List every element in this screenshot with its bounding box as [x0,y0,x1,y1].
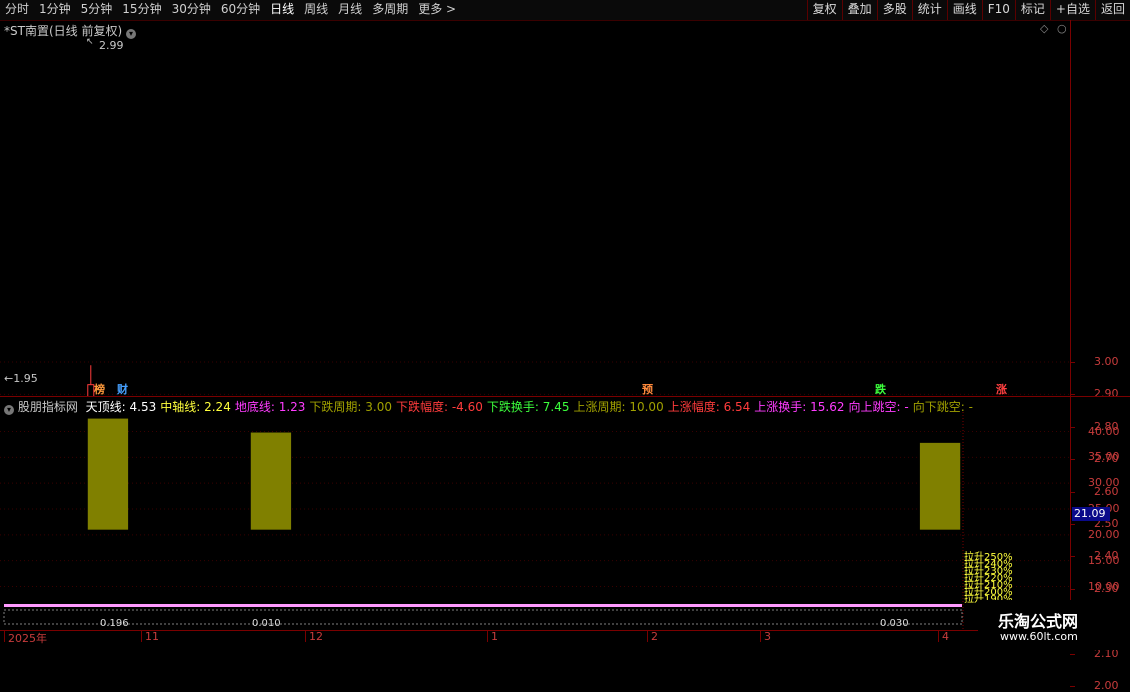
x-axis-line [0,630,1070,631]
label-band-dots [3,609,963,625]
tool-button-7[interactable]: +自选 [1049,0,1095,20]
time-tick [4,630,5,642]
price-chart[interactable] [0,20,1130,396]
period-tab-0[interactable]: 分时 [0,0,34,20]
tool-button-5[interactable]: F10 [981,0,1015,20]
price-tick-label: 2.00 [1094,679,1119,692]
tool-button-1[interactable]: 叠加 [841,0,877,20]
period-tab-4[interactable]: 30分钟 [167,0,216,20]
period-tab-3[interactable]: 15分钟 [117,0,166,20]
price-tick [1070,686,1075,687]
time-tick [760,630,761,642]
price-tick [1070,653,1075,655]
indicator-tick-label: 30.00 [1088,476,1120,490]
period-tab-8[interactable]: 月线 [333,0,367,20]
indicator-bar [919,442,961,530]
period-tab-7[interactable]: 周线 [299,0,333,20]
bottom-label-3: 0.030 [880,618,909,629]
tool-button-0[interactable]: 复权 [806,0,842,20]
label-band [4,604,962,607]
indicator-tick-label: 35.00 [1088,450,1120,464]
time-tick-label: 11 [145,630,159,643]
tool-button-2[interactable]: 多股 [876,0,912,20]
pane-divider [0,396,1130,397]
period-toolbar: 分时 1分钟 5分钟 15分钟 30分钟 60分钟 日线 周线 月线 多周期 更多 > 复权 叠加 多股… [0,0,1130,21]
period-tab-1[interactable]: 1分钟 [34,0,76,20]
period-tab-6[interactable]: 日线 [265,0,299,20]
watermark-title: 乐淘公式网 [998,612,1079,631]
time-tick-label: 12 [309,630,323,643]
indicator-tick-label: 20.00 [1088,527,1120,541]
signal-marker-0: 榜 [94,383,105,396]
low-price-label: ←1.95 [4,372,38,385]
tool-button-8[interactable]: 返回 [1094,0,1130,20]
tool-button-4[interactable]: 画线 [946,0,982,20]
indicator-bar [87,418,129,530]
time-tick [305,630,306,642]
signal-marker-3: 跌 [875,383,886,396]
indicator-tick-label: 10.00 [1088,579,1120,593]
bottom-label-2: 0.010 [252,618,281,629]
price-tick-label: 2.90 [1094,387,1119,401]
time-tick [938,630,939,642]
time-tick-label: 1 [491,630,498,643]
watermark-logo: 乐淘公式网 www.60lt.com [978,600,1130,650]
price-tick-label: 3.00 [1094,355,1119,368]
time-tick-label: 3 [764,630,771,643]
tool-button-6[interactable]: 标记 [1014,0,1050,20]
bottom-label-1: 0.196 [100,618,129,629]
time-tick [647,630,648,642]
high-arrow-icon: ↖ [86,37,94,47]
watermark-url: www.60lt.com [1000,630,1078,643]
indicator-bar [250,432,292,530]
period-tab-10[interactable]: 更多 > [413,0,461,20]
time-tick [487,630,488,642]
candle-body [87,384,95,396]
indicator-tick-label: 15.00 [1088,553,1120,567]
signal-marker-2: 预 [642,383,653,396]
period-tab-5[interactable]: 60分钟 [216,0,265,20]
period-tab-9[interactable]: 多周期 [367,0,413,20]
time-tick [141,630,142,642]
indicator-chart[interactable] [0,412,1130,630]
indicator-tick-label: 40.00 [1088,424,1120,438]
time-tick-label: 2 [651,630,658,643]
signal-marker-1: 财 [117,383,128,396]
chart-tools: 复权 叠加 多股 统计 画线 F10 标记 +自选 返回 [806,0,1130,20]
time-tick-label: 2025年 [8,632,47,645]
period-tabs: 分时 1分钟 5分钟 15分钟 30分钟 60分钟 日线 周线 月线 多周期 更多 > [0,0,461,20]
period-tab-2[interactable]: 5分钟 [76,0,118,20]
indicator-value-tag: 21.09 [1072,507,1110,521]
signal-marker-4: 涨 [996,383,1007,396]
high-price-label: 2.99 [99,39,124,52]
time-tick-label: 4 [942,630,949,643]
tool-button-3[interactable]: 统计 [911,0,947,20]
